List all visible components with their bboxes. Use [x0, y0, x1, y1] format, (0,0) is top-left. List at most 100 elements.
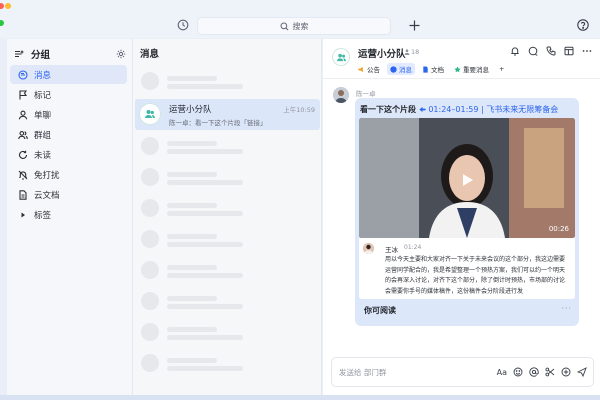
tab-pinned[interactable]: 重要消息: [451, 63, 492, 75]
chat-preview: 陈一卓：看一下这个片段「链接」: [169, 119, 267, 127]
sidebar-item-unread[interactable]: 未读: [10, 145, 127, 164]
sidebar-item-direct[interactable]: 单聊: [10, 105, 127, 124]
add-circle-icon[interactable]: [561, 367, 571, 377]
document-icon: [19, 189, 27, 200]
chat-time: 上午10:59: [283, 106, 315, 114]
sidebar-item-label: 未读: [34, 150, 52, 161]
search-input[interactable]: 搜索: [197, 17, 391, 35]
person-icon: [404, 49, 410, 55]
sidebar-title: 分组: [31, 50, 51, 61]
sidebar-item-messages[interactable]: 消息: [10, 65, 127, 84]
close-window-button[interactable]: [0, 3, 4, 9]
sidebar-item-label: 标记: [34, 90, 52, 101]
format-text-button[interactable]: Aa: [497, 368, 507, 377]
placeholder-row: [141, 323, 317, 343]
sidebar-item-label: 群组: [34, 130, 52, 141]
chat-item-active[interactable]: 运营小分队 陈一卓：看一下这个片段「链接」 上午10:59: [135, 99, 320, 130]
refresh-icon: [19, 150, 28, 159]
composer-toolbar: Aa: [497, 367, 587, 377]
gear-icon[interactable]: [116, 49, 126, 59]
zoom-window-button[interactable]: [0, 20, 4, 26]
search-icon: [279, 21, 288, 30]
placeholder-row: [141, 354, 317, 374]
sender-name: 陈一卓: [356, 90, 376, 98]
placeholder-row: [141, 261, 317, 281]
sidebar-item-cloud-docs[interactable]: 云文档: [10, 185, 127, 204]
tab-docs[interactable]: 文档: [419, 63, 447, 75]
play-icon[interactable]: [459, 172, 475, 188]
sidebar-item-mute[interactable]: 免打扰: [10, 165, 127, 184]
clip-link[interactable]: 01:24–01:59 | 飞书未来无限筹备会: [419, 105, 558, 114]
chat-icon: [390, 65, 397, 73]
speaker-name: 王冰: [385, 246, 398, 254]
minimize-window-button[interactable]: [5, 3, 11, 9]
window-icon[interactable]: [564, 46, 574, 56]
group-icon: [336, 53, 346, 61]
filter-list-icon[interactable]: [14, 49, 24, 59]
conversation-header: 运营小分队 18 公告 消息 文档 重要消息 +: [323, 39, 600, 79]
history-icon[interactable]: [177, 19, 189, 31]
sidebar-item-tags[interactable]: 标签: [10, 205, 127, 224]
message-icon: [18, 69, 28, 80]
placeholder-row: [141, 199, 317, 219]
mention-icon[interactable]: [528, 46, 538, 56]
caret-right-icon: [21, 212, 25, 217]
send-icon[interactable]: [577, 367, 587, 377]
placeholder-row: [141, 230, 317, 250]
tab-add-button[interactable]: +: [496, 64, 507, 74]
call-icon[interactable]: [546, 46, 556, 56]
title-bar: 搜索: [0, 0, 600, 38]
composer-placeholder: 发送给 部门群: [339, 368, 387, 377]
sidebar: 分组 消息 标记 单聊 群组 未读 免打扰 云文档 标签: [7, 39, 132, 395]
placeholder-row: [141, 168, 317, 188]
tab-messages[interactable]: 消息: [387, 63, 415, 75]
sidebar-item-label: 标签: [34, 210, 52, 221]
tab-announcement[interactable]: 公告: [355, 63, 383, 75]
flag-icon: [19, 89, 28, 99]
more-icon[interactable]: [582, 46, 592, 56]
announcement-icon: [358, 66, 363, 72]
placeholder-row: [141, 292, 317, 312]
chat-name: 运营小分队: [169, 105, 212, 115]
emoji-icon[interactable]: [513, 367, 523, 377]
at-icon[interactable]: [529, 367, 539, 377]
message-list-title: 消息: [140, 49, 160, 60]
notification-icon[interactable]: [510, 46, 520, 56]
transcript-text: 用以今天主要和大家对齐一下关于未来会议的这个部分，我这边需要运营同学配合的，我是…: [385, 256, 566, 295]
message-list: 消息 运营小分队 陈一卓：看一下这个片段「链接」 上午10:59: [132, 39, 322, 395]
scissors-icon[interactable]: [545, 367, 555, 377]
group-icon: [145, 110, 155, 118]
member-count[interactable]: 18: [404, 48, 419, 56]
sidebar-item-label: 消息: [34, 70, 52, 81]
sidebar-item-groups[interactable]: 群组: [10, 125, 127, 144]
person-avatar-image: [333, 87, 349, 103]
sidebar-item-flagged[interactable]: 标记: [10, 85, 127, 104]
conversation-pane: 运营小分队 18 公告 消息 文档 重要消息 + 陈一卓 看一下这个片段 01:…: [323, 39, 600, 395]
group-icon: [18, 130, 28, 139]
group-avatar: [139, 103, 161, 125]
plus-icon[interactable]: [409, 20, 420, 31]
message-composer[interactable]: 发送给 部门群 Aa: [331, 357, 594, 387]
avatar[interactable]: [333, 87, 349, 103]
conversation-tabs: 公告 消息 文档 重要消息 +: [355, 63, 507, 75]
person-icon: [18, 110, 28, 119]
placeholder-row: [141, 72, 317, 92]
message-card[interactable]: 看一下这个片段 01:24–01:59 | 飞书未来无限筹备会 00:26 王冰…: [355, 98, 579, 326]
card-title: 看一下这个片段 01:24–01:59 | 飞书未来无限筹备会: [360, 105, 559, 114]
search-placeholder: 搜索: [292, 21, 309, 31]
sidebar-header: 分组: [14, 47, 126, 61]
bell-off-icon: [18, 170, 28, 180]
group-name: 运营小分队: [358, 49, 406, 60]
video-clip-icon: [419, 106, 426, 113]
placeholder-row: [141, 137, 317, 157]
sidebar-item-label: 单聊: [34, 110, 52, 121]
bottom-strip: [0, 395, 600, 400]
card-more-button[interactable]: ···: [561, 304, 572, 313]
video-duration: 00:26: [548, 225, 569, 233]
doc-icon: [423, 65, 428, 73]
group-avatar[interactable]: [332, 48, 350, 66]
video-player[interactable]: 00:26: [359, 118, 575, 238]
read-more-link[interactable]: 你可阅读: [364, 305, 396, 316]
help-icon[interactable]: [577, 19, 589, 31]
transcript-panel: 王冰 01:24 用以今天主要和大家对齐一下关于未来会议的这个部分，我这边需要运…: [359, 238, 575, 299]
